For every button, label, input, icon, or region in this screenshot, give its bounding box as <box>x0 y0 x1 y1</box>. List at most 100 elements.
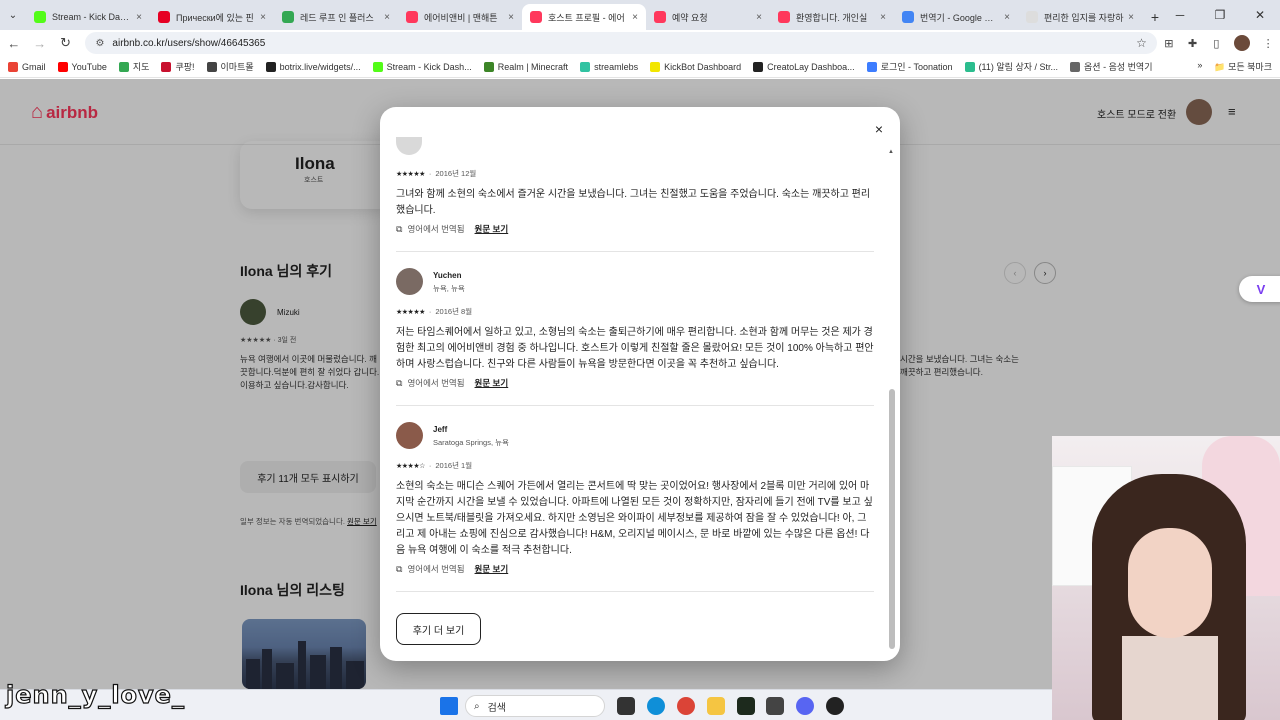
browser-tab[interactable]: Stream - Kick Dashbo × <box>26 4 150 30</box>
minimize-icon[interactable]: ─ <box>1160 0 1200 30</box>
review-meta: ★★★★★ · 2016년 12월 <box>396 169 477 178</box>
review-date: 2016년 8월 <box>435 307 473 316</box>
translation-row: ⧉ 영어에서 번역됨 원문 보기 <box>396 377 509 389</box>
tab-close-icon[interactable]: × <box>632 12 638 23</box>
tab-close-icon[interactable]: × <box>260 12 266 23</box>
task-view-icon[interactable] <box>617 697 635 715</box>
address-toolbar: ← → ↻ ⚙ airbnb.co.kr/users/show/46645365… <box>0 30 1280 56</box>
bookmark-label: 지도 <box>132 62 150 72</box>
tab-close-icon[interactable]: × <box>1004 12 1010 23</box>
tab-label: 번역기 - Google 검색 <box>920 12 1001 23</box>
discord-icon[interactable] <box>796 697 814 715</box>
close-window-icon[interactable]: ✕ <box>1240 0 1280 30</box>
show-original-link[interactable]: 원문 보기 <box>475 377 509 389</box>
review-text: 소현의 숙소는 매디슨 스퀘어 가든에서 열리는 콘서트에 딱 맞는 곳이었어요… <box>396 481 873 556</box>
tab-label: 편리한 입지를 자랑하 <box>1044 12 1124 23</box>
browser-tab[interactable]: 편리한 입지를 자랑하 × <box>1018 4 1142 30</box>
obs-icon[interactable] <box>826 697 844 715</box>
url-bar[interactable]: ⚙ airbnb.co.kr/users/show/46645365 ☆ <box>85 32 1157 54</box>
bookmark-item[interactable]: 옵션 - 음성 번역기 <box>1070 60 1153 73</box>
site-info-icon[interactable]: ⚙ <box>95 38 104 49</box>
tab-favicon-icon <box>34 11 46 23</box>
tab-close-icon[interactable]: × <box>384 12 390 23</box>
bookmark-label: Realm | Minecraft <box>497 61 569 72</box>
browser-tab-bar: ⌄ Stream - Kick Dashbo × Прически에 있는 핀 × 레드… <box>0 0 1280 30</box>
divider <box>396 405 874 406</box>
windows-start-icon[interactable] <box>440 697 458 715</box>
chrome-icon[interactable] <box>677 697 695 715</box>
bookmark-label: KickBot Dashboard <box>664 61 742 72</box>
review-avatar[interactable] <box>396 268 423 295</box>
back-icon[interactable]: ← <box>2 31 26 55</box>
browser-tab[interactable]: 번역기 - Google 검색 × <box>894 4 1018 30</box>
bookmark-item[interactable]: Gmail <box>8 61 46 72</box>
review-author[interactable]: Yuchen <box>433 271 461 280</box>
profile-avatar-icon[interactable] <box>1234 35 1251 51</box>
modal-scrollbar[interactable]: ▲ <box>888 149 896 651</box>
bookmark-item[interactable]: (11) 알림 상자 / Str... <box>964 60 1058 73</box>
bookmark-label: YouTube <box>71 61 107 72</box>
bookmark-item[interactable]: Stream - Kick Dash... <box>372 61 472 72</box>
scroll-up-icon[interactable]: ▲ <box>888 149 894 155</box>
bookmark-item[interactable]: Realm | Minecraft <box>483 61 569 72</box>
bookmark-item[interactable]: CreatoLay Dashboa... <box>753 61 855 72</box>
taskbar-search[interactable]: ⌕ 검색 <box>465 695 605 717</box>
browser-tab[interactable]: 에어비앤비 | 맨해튼 × <box>398 4 522 30</box>
show-original-link[interactable]: 원문 보기 <box>475 223 509 235</box>
bookmark-label: 옵션 - 음성 번역기 <box>1084 62 1153 72</box>
reload-icon[interactable]: ↻ <box>54 31 78 55</box>
bookmarks-overflow-icon[interactable]: » <box>1197 60 1202 73</box>
bookmark-star-icon[interactable]: ☆ <box>1136 36 1147 50</box>
layers-app-icon[interactable] <box>766 697 784 715</box>
review-meta: ★★★★☆ · 2016년 1월 <box>396 461 473 470</box>
bookmark-item[interactable]: 쿠팡! <box>161 60 195 73</box>
divider <box>396 591 874 592</box>
bookmark-item[interactable]: 로그인 - Toonation <box>866 60 953 73</box>
extensions-icon[interactable]: ✚ <box>1181 31 1205 55</box>
more-reviews-button[interactable]: 후기 더 보기 <box>396 613 481 645</box>
window-controls: ─ ❐ ✕ <box>1160 0 1280 30</box>
tab-close-icon[interactable]: × <box>756 12 762 23</box>
tab-favicon-icon <box>158 11 170 23</box>
kick-app-icon[interactable] <box>737 697 755 715</box>
all-bookmarks-link[interactable]: 📁 모든 북마크 <box>1214 60 1272 73</box>
sidebar-icon[interactable]: ▯ <box>1205 31 1229 55</box>
tab-close-icon[interactable]: × <box>1128 12 1134 23</box>
streamer-watermark: jenn_y_love_ <box>5 680 185 709</box>
tab-close-icon[interactable]: × <box>508 12 514 23</box>
review-avatar[interactable] <box>396 422 423 449</box>
bookmark-item[interactable]: 지도 <box>118 60 150 73</box>
edge-icon[interactable] <box>647 697 665 715</box>
scroll-thumb[interactable] <box>889 389 895 649</box>
bookmark-favicon-icon <box>650 61 661 72</box>
tab-close-icon[interactable]: × <box>880 12 886 23</box>
browser-menu-icon[interactable]: ⋮ <box>1256 31 1280 55</box>
maximize-icon[interactable]: ❐ <box>1200 0 1240 30</box>
browser-tab[interactable]: 환영합니다. 개인실 × <box>770 4 894 30</box>
bookmark-item[interactable]: YouTube <box>57 61 107 72</box>
bookmark-favicon-icon <box>964 61 975 72</box>
browser-tab[interactable]: 레드 루프 인 플러스 × <box>274 4 398 30</box>
review-text: 그녀와 함께 소현의 숙소에서 즐거운 시간을 보냈습니다. 그녀는 친절했고 … <box>396 189 871 216</box>
browser-tab[interactable]: Прически에 있는 핀 × <box>150 4 274 30</box>
tab-label: 레드 루프 인 플러스 <box>300 12 374 23</box>
bookmark-item[interactable]: streamlebs <box>580 61 638 72</box>
bookmark-item[interactable]: botrix.live/widgets/... <box>265 61 361 72</box>
bookmarks-bar: Gmail YouTube 지도 쿠팡! 이마트몰 botrix.live/widgets… <box>0 56 1280 78</box>
tab-search-icon[interactable]: ⌄ <box>0 0 26 30</box>
review-author[interactable]: Jeff <box>433 425 447 434</box>
tab-label: Stream - Kick Dashbo <box>52 12 133 22</box>
file-explorer-icon[interactable] <box>707 697 725 715</box>
bookmark-item[interactable]: 이마트몰 <box>206 60 254 73</box>
bookmark-item[interactable]: KickBot Dashboard <box>650 61 742 72</box>
browser-tab[interactable]: 예약 요청 × <box>646 4 770 30</box>
forward-icon[interactable]: → <box>28 31 52 55</box>
tab-close-icon[interactable]: × <box>136 12 142 23</box>
close-icon[interactable]: × <box>870 120 888 138</box>
side-extension-badge[interactable]: V <box>1239 276 1280 302</box>
bookmark-favicon-icon <box>206 61 217 72</box>
show-original-link[interactable]: 원문 보기 <box>475 563 509 575</box>
reviews-modal: × ▲ ★★★★★ · 2016년 12월 그녀와 함께 소현의 숙소에서 즐거… <box>380 107 900 661</box>
translate-icon[interactable]: ⊞ <box>1157 31 1181 55</box>
browser-tab[interactable]: 호스트 프로필 - 에어 × <box>522 4 646 30</box>
